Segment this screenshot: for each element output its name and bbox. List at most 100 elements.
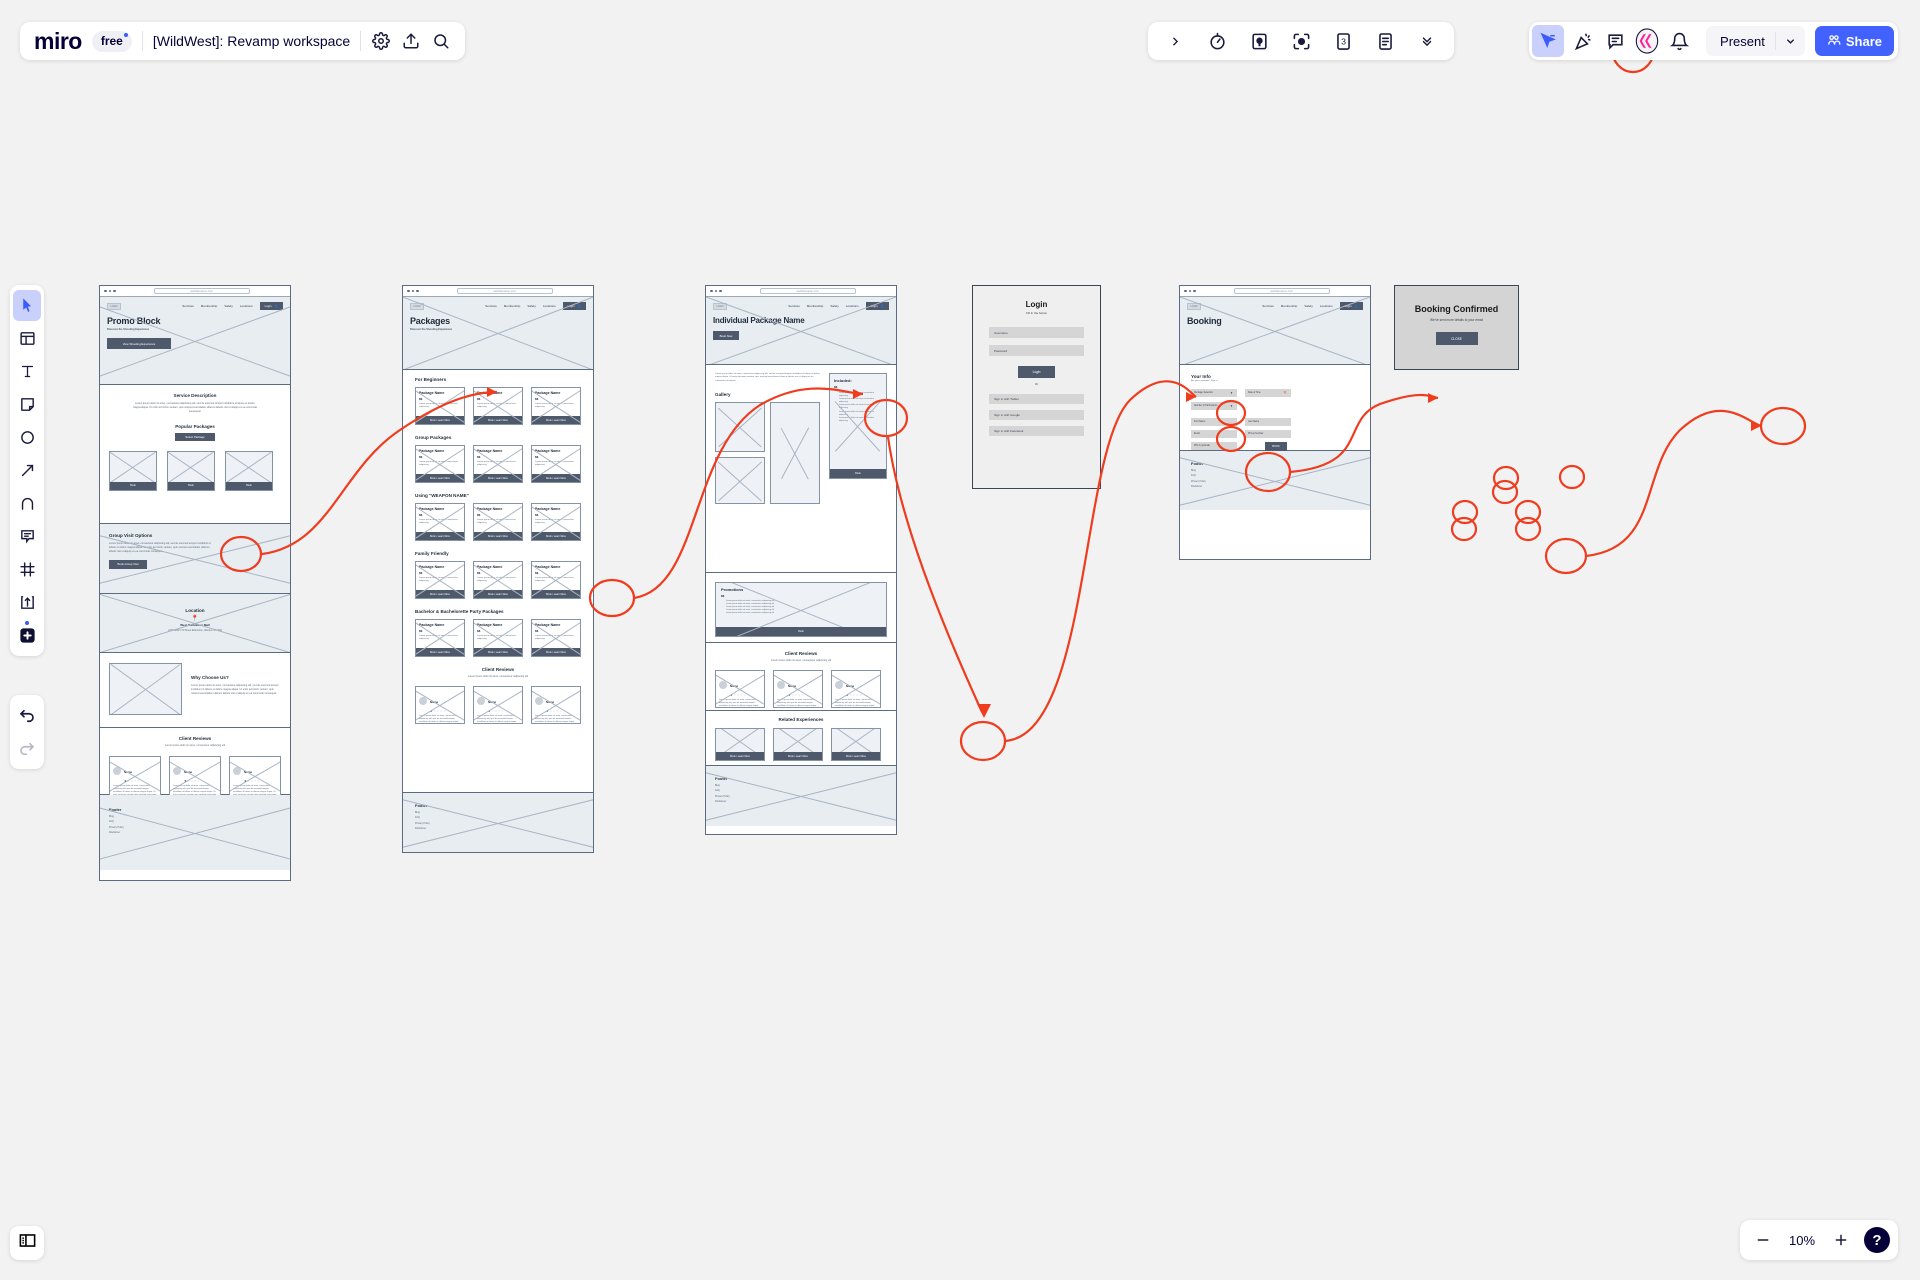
nav-item-membership[interactable]: Membership — [504, 304, 521, 308]
site-logo[interactable]: LOGO — [1187, 302, 1201, 310]
footer-link-privacy[interactable]: Privacy Policy — [1191, 480, 1359, 483]
more-apps-tool[interactable] — [13, 620, 41, 651]
footer-link-privacy[interactable]: Privacy Policy — [415, 822, 581, 825]
package-cta-button[interactable]: Book • Learn More — [532, 648, 580, 656]
footer-link-blog[interactable]: Blog — [715, 784, 887, 787]
phone-input[interactable]: Phone Number — [1245, 430, 1291, 439]
sign-in-google-button[interactable]: Sign in with Google — [989, 410, 1084, 420]
notifications-icon[interactable] — [1666, 28, 1692, 54]
related-card[interactable]: Book • Learn More — [831, 728, 881, 761]
package-cta-button[interactable]: Book • Learn More — [474, 648, 522, 656]
member-signin-prompt[interactable]: Are you a member? Sign in — [1191, 380, 1359, 383]
package-card[interactable]: Package Name $$ Lorem ipsum dolor sit am… — [473, 619, 523, 657]
package-card[interactable]: Package Name $$ Lorem ipsum dolor sit am… — [473, 561, 523, 599]
package-cta-button[interactable]: Book • Learn More — [416, 648, 464, 656]
chevron-down-icon[interactable] — [1776, 36, 1805, 47]
text-tool[interactable] — [13, 356, 41, 387]
date-time-input[interactable]: Date & Time 📅 — [1245, 389, 1291, 398]
nav-item-services[interactable]: Services — [182, 304, 194, 308]
book-now-button[interactable]: Book Now — [713, 331, 739, 340]
package-cta-button[interactable]: Book • Learn More — [416, 590, 464, 598]
package-cta-button[interactable]: Book • Learn More — [532, 590, 580, 598]
package-cta-button[interactable]: Book • Learn More — [474, 416, 522, 424]
sign-in-facebook-button[interactable]: Sign in with Facebook — [989, 426, 1084, 436]
email-input[interactable]: Email — [1191, 430, 1237, 439]
nav-item-safety[interactable]: Safety — [224, 304, 233, 308]
chevron-double-down-icon[interactable] — [1414, 28, 1440, 54]
nav-item-locations[interactable]: Locations — [543, 304, 556, 308]
book-button[interactable]: Book — [110, 481, 156, 490]
connector-tool[interactable] — [13, 455, 41, 486]
hero-cta-button[interactable]: View Shooting Experience — [107, 338, 171, 349]
package-cta-button[interactable]: Book • Learn More — [474, 474, 522, 482]
gallery-image[interactable] — [715, 457, 765, 505]
package-cta-button[interactable]: Book • Learn More — [416, 474, 464, 482]
package-cta-button[interactable]: Book • Learn More — [474, 590, 522, 598]
nav-item-locations[interactable]: Locations — [846, 304, 859, 308]
related-cta-button[interactable]: Book • Learn More — [774, 752, 822, 760]
package-card[interactable]: Package Name $$ Lorem ipsum dolor sit am… — [531, 503, 581, 541]
footer-link-privacy[interactable]: Privacy Policy — [715, 795, 887, 798]
promotions-book-button[interactable]: Book — [716, 627, 886, 636]
login-button[interactable]: Login 👤 — [562, 302, 586, 310]
site-logo[interactable]: LOGO — [107, 302, 121, 310]
nav-item-safety[interactable]: Safety — [527, 304, 536, 308]
footer-link-disclaimer[interactable]: Disclaimer — [109, 831, 281, 834]
footer-link-disclaimer[interactable]: Disclaimer — [1191, 485, 1359, 488]
panel-toggle-button[interactable] — [10, 1226, 44, 1260]
package-card[interactable]: Package Name $$ Lorem ipsum dolor sit am… — [415, 561, 465, 599]
package-card[interactable]: Package Name $$ Lorem ipsum dolor sit am… — [531, 561, 581, 599]
footer-link-blog[interactable]: Blog — [109, 815, 281, 818]
nav-item-services[interactable]: Services — [485, 304, 497, 308]
related-cta-button[interactable]: Book • Learn More — [716, 752, 764, 760]
login-button[interactable]: Login 👤 — [259, 302, 283, 310]
undo-button[interactable] — [13, 700, 41, 731]
package-cta-button[interactable]: Book • Learn More — [416, 416, 464, 424]
footer-link-blog[interactable]: Blog — [1191, 469, 1359, 472]
present-control[interactable]: Present — [1706, 26, 1805, 56]
package-card[interactable]: Package Name $$ Lorem ipsum dolor sit am… — [473, 387, 523, 425]
package-card[interactable]: Package Name $$ Lorem ipsum dolor sit am… — [473, 445, 523, 483]
package-card[interactable]: Package Name $$ Lorem ipsum dolor sit am… — [415, 387, 465, 425]
share-button[interactable]: Share — [1814, 26, 1894, 56]
footer-link-faq[interactable]: FAQ — [715, 789, 887, 792]
gallery-image[interactable] — [715, 402, 765, 453]
nav-item-safety[interactable]: Safety — [830, 304, 839, 308]
footer-link-disclaimer[interactable]: Disclaimer — [715, 800, 887, 803]
footer-link-faq[interactable]: FAQ — [415, 816, 581, 819]
package-card[interactable]: Book — [225, 450, 273, 491]
nav-item-services[interactable]: Services — [788, 304, 800, 308]
shapes-tool[interactable] — [13, 422, 41, 453]
zoom-level-label[interactable]: 10% — [1782, 1233, 1822, 1248]
sign-in-twitter-button[interactable]: Sign in with Twitter — [989, 394, 1084, 404]
templates-tool[interactable] — [13, 323, 41, 354]
footer-link-faq[interactable]: FAQ — [1191, 474, 1359, 477]
notes-icon[interactable] — [1372, 28, 1398, 54]
username-input[interactable]: Username — [989, 327, 1084, 338]
package-card[interactable]: Package Name $$ Lorem ipsum dolor sit am… — [415, 445, 465, 483]
package-cta-button[interactable]: Book • Learn More — [474, 532, 522, 540]
related-cta-button[interactable]: Book • Learn More — [832, 752, 880, 760]
plan-badge[interactable]: free — [91, 30, 132, 52]
package-card[interactable]: Package Name $$ Lorem ipsum dolor sit am… — [531, 387, 581, 425]
board-title[interactable]: [WildWest]: Revamp workspace — [153, 33, 350, 49]
comment-tool[interactable] — [13, 521, 41, 552]
package-card[interactable]: Package Name $$ Lorem ipsum dolor sit am… — [531, 619, 581, 657]
upload-tool[interactable] — [13, 587, 41, 618]
site-logo[interactable]: LOGO — [410, 302, 424, 310]
wireframe-screen-booking[interactable]: websitename.com LOGO Services Membership… — [1179, 285, 1371, 560]
book-group-visit-button[interactable]: Book Group Visit — [109, 559, 147, 569]
participants-select[interactable]: Number of Participants ▼ — [1191, 402, 1237, 411]
password-input[interactable]: Password — [989, 345, 1084, 356]
package-card[interactable]: Book — [109, 450, 157, 491]
wireframe-screen-package-detail[interactable]: websitename.com LOGO Services Membership… — [705, 285, 897, 835]
wireframe-screen-home[interactable]: websitename.com LOGO Services Membership… — [99, 285, 291, 881]
miro-ai-icon[interactable] — [1634, 28, 1660, 54]
sticky-note-tool[interactable] — [13, 389, 41, 420]
comment-icon[interactable] — [1602, 28, 1628, 54]
nav-item-services[interactable]: Services — [1262, 304, 1274, 308]
upload-icon[interactable] — [401, 31, 421, 51]
package-card[interactable]: Package Name $$ Lorem ipsum dolor sit am… — [415, 619, 465, 657]
package-cta-button[interactable]: Book • Learn More — [532, 474, 580, 482]
package-card[interactable]: Package Name $$ Lorem ipsum dolor sit am… — [473, 503, 523, 541]
